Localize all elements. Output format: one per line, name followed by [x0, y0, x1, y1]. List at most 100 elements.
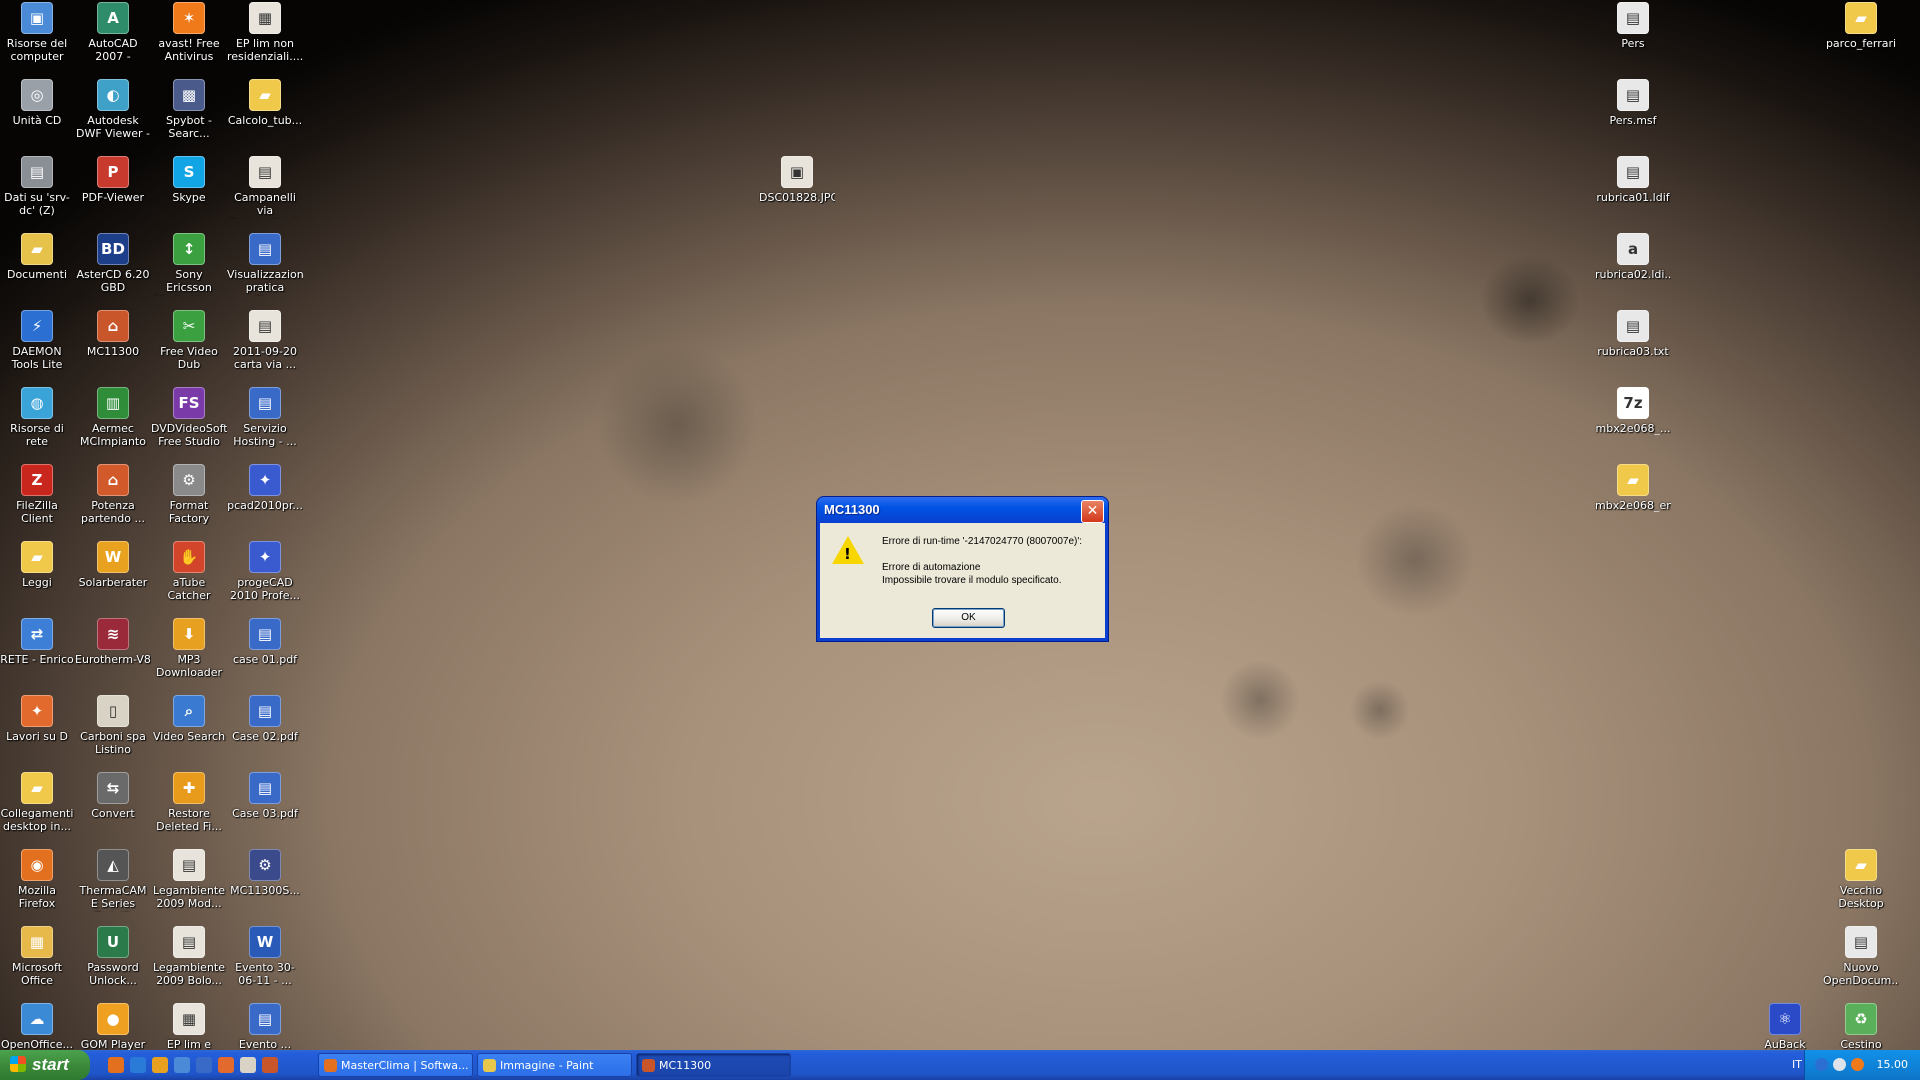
desktop-icon[interactable]: ⚙ Format Factory: [151, 462, 227, 525]
desktop-icon[interactable]: ◐ Autodesk DWF Viewer - Ital...: [75, 77, 151, 142]
desktop-icon[interactable]: A AutoCAD 2007 - Italiano: [75, 0, 151, 65]
daemon-tray-icon[interactable]: [1815, 1058, 1828, 1071]
desktop-icon[interactable]: ▤ Nuovo OpenDocum...: [1823, 924, 1899, 987]
desktop-icon[interactable]: W Evento 30-06-11 - ...: [227, 924, 303, 987]
desktop-icon[interactable]: ▣ DSC01828.JPG: [759, 154, 835, 204]
desktop-icon[interactable]: ▥ Aermec MCImpianto: [75, 385, 151, 448]
taskbar-button[interactable]: Immagine - Paint: [477, 1053, 632, 1077]
desktop-icon[interactable]: ▰ Collegamenti desktop in...: [0, 770, 75, 833]
desktop-icon[interactable]: Z FileZilla Client: [0, 462, 75, 525]
desktop-icon[interactable]: ♻ Cestino: [1823, 1001, 1899, 1051]
desktop-icon[interactable]: ▤ Campanelli via Paganelli.odt: [227, 154, 303, 219]
desktop-icon[interactable]: ▩ Spybot - Searc...: [151, 77, 227, 140]
desktop-icon[interactable]: ▤ case 01.pdf: [227, 616, 303, 666]
desktop-icon[interactable]: ▰ Vecchio Desktop: [1823, 847, 1899, 910]
desktop-icon[interactable]: ⚙ MC11300S...: [227, 847, 303, 897]
desktop-icon[interactable]: a rubrica02.ldi...: [1595, 231, 1671, 281]
desktop-icon-label: Risorse del computer: [6, 37, 68, 63]
desktop-icon[interactable]: ⌂ Potenza partendo ...: [75, 462, 151, 525]
desktop-icon[interactable]: ▤ Servizio Hosting - ...: [227, 385, 303, 448]
media-player-icon[interactable]: [196, 1057, 212, 1073]
taskbar-button[interactable]: MC11300: [636, 1053, 791, 1077]
outlook-icon[interactable]: [152, 1057, 168, 1073]
desktop-icon[interactable]: BD AsterCD 6.20 GBD: [75, 231, 151, 294]
desktop-icon[interactable]: ▤ Pers.msf: [1595, 77, 1671, 127]
desktop-icon[interactable]: ▤ rubrica01.ldif: [1595, 154, 1671, 204]
desktop-icon[interactable]: ⇄ RETE - Enrico: [0, 616, 75, 666]
desktop-icon[interactable]: ⇆ Convert: [75, 770, 151, 820]
desktop-icon[interactable]: ▯ Carboni spa Listino: [75, 693, 151, 756]
desktop-icon[interactable]: 7z mbx2e068_...: [1595, 385, 1671, 435]
desktop-icon[interactable]: ▰ mbx2e068_en: [1595, 462, 1671, 512]
desktop-icon[interactable]: ▤ Case 02.pdf: [227, 693, 303, 743]
messenger-icon[interactable]: [218, 1057, 234, 1073]
show-desktop-icon[interactable]: [174, 1057, 190, 1073]
error-dialog: MC11300 ✕ ! Errore di run-time '-2147024…: [817, 497, 1108, 641]
autocad-icon: A: [97, 2, 129, 34]
desktop-icon[interactable]: ▣ Risorse del computer: [0, 0, 75, 63]
desktop-icon[interactable]: ▤ Pers: [1595, 0, 1671, 50]
ok-button[interactable]: OK: [932, 608, 1005, 628]
desktop-icon[interactable]: ✦ Lavori su D: [0, 693, 75, 743]
desktop-icon[interactable]: ☁ OpenOffice...: [0, 1001, 75, 1051]
mc11300-quicklaunch-icon[interactable]: [262, 1057, 278, 1073]
desktop-icon-label: rubrica03.txt: [1597, 345, 1669, 358]
desktop-icon[interactable]: ✶ avast! Free Antivirus: [151, 0, 227, 63]
desktop-icon-label: Documenti: [6, 268, 68, 281]
firefox-icon[interactable]: [108, 1057, 124, 1073]
clock[interactable]: 15.00: [1877, 1058, 1909, 1071]
desktop-icon[interactable]: ⬇ MP3 Downloader: [151, 616, 227, 679]
desktop-icon-label: Convert: [91, 807, 135, 820]
desktop-icon[interactable]: ◉ Mozilla Firefox: [0, 847, 75, 910]
desktop-icon[interactable]: ⚛ AuBack: [1747, 1001, 1823, 1051]
internet-explorer-icon[interactable]: [130, 1057, 146, 1073]
desktop-icon-label: Pers.msf: [1609, 114, 1657, 127]
desktop-icon[interactable]: ✦ pcad2010pr...: [227, 462, 303, 512]
desktop-icon[interactable]: ▤ 2011-09-20 carta via ...: [227, 308, 303, 371]
notepad-icon[interactable]: [240, 1057, 256, 1073]
desktop-icon[interactable]: ▤ Case 03.pdf: [227, 770, 303, 820]
taskbar-button[interactable]: MasterClima | Softwa...: [318, 1053, 473, 1077]
desktop-icon[interactable]: ▤ Evento ...: [227, 1001, 303, 1051]
desktop-icon[interactable]: ▦ EP lim non residenziali....: [227, 0, 303, 63]
desktop-icon[interactable]: ◭ ThermaCAM E Series TrainIR: [75, 847, 151, 912]
desktop-icon[interactable]: ⌂ MC11300: [75, 308, 151, 358]
desktop-icon[interactable]: ✚ Restore Deleted Fi...: [151, 770, 227, 833]
folder-icon: ▰: [21, 541, 53, 573]
desktop-icon[interactable]: S Skype: [151, 154, 227, 204]
desktop-icon-label: Case 02.pdf: [232, 730, 298, 743]
gom-player-icon: ●: [97, 1003, 129, 1035]
network-tray-icon[interactable]: [1833, 1058, 1846, 1071]
taskbar-button-label: MC11300: [659, 1059, 712, 1072]
desktop-icon[interactable]: U Password Unlock...: [75, 924, 151, 987]
desktop-icon[interactable]: ▤ Legambiente 2009 Bolo...: [151, 924, 227, 987]
desktop-icon[interactable]: ↕ Sony Ericsson Media Man...: [151, 231, 227, 296]
language-indicator[interactable]: IT: [1792, 1058, 1802, 1071]
avast-tray-icon[interactable]: [1851, 1058, 1864, 1071]
close-button[interactable]: ✕: [1081, 500, 1104, 523]
desktop-icon[interactable]: ✋ aTube Catcher: [151, 539, 227, 602]
desktop-icon[interactable]: ⚡ DAEMON Tools Lite: [0, 308, 75, 371]
desktop-icon[interactable]: W Solarberater: [75, 539, 151, 589]
desktop-icon[interactable]: ▰ Documenti: [0, 231, 75, 281]
start-button[interactable]: start: [0, 1050, 90, 1080]
desktop-icon[interactable]: ◍ Risorse di rete: [0, 385, 75, 448]
desktop-icon[interactable]: ▤ rubrica03.txt: [1595, 308, 1671, 358]
desktop-icon[interactable]: ▰ parco_ferrari: [1823, 0, 1899, 50]
dialog-titlebar[interactable]: MC11300 ✕: [817, 497, 1108, 523]
desktop-icon[interactable]: FS DVDVideoSoft Free Studio: [151, 385, 227, 448]
desktop-icon[interactable]: ≋ Eurotherm-V8: [75, 616, 151, 666]
desktop-icon[interactable]: ● GOM Player: [75, 1001, 151, 1051]
desktop-icon[interactable]: ▰ Leggi: [0, 539, 75, 589]
desktop-icon[interactable]: ◎ Unità CD: [0, 77, 75, 127]
desktop-icon[interactable]: ▤ Legambiente 2009 Mod...: [151, 847, 227, 910]
desktop-icon[interactable]: ▤ Visualizzazione pratica affia...: [227, 231, 303, 296]
desktop-icon[interactable]: ▤ Dati su 'srv-dc' (Z): [0, 154, 75, 217]
desktop-icon[interactable]: ▦ Microsoft Office: [0, 924, 75, 987]
desktop-icon[interactable]: ▰ Calcolo_tub...: [227, 77, 303, 127]
desktop-icon[interactable]: P PDF-Viewer: [75, 154, 151, 204]
desktop-icon[interactable]: ✦ progeCAD 2010 Profe...: [227, 539, 303, 602]
desktop-icon[interactable]: ✂ Free Video Dub: [151, 308, 227, 371]
desktop-icon-label: 2011-09-20 carta via ...: [233, 345, 297, 371]
desktop-icon[interactable]: ⌕ Video Search: [151, 693, 227, 743]
